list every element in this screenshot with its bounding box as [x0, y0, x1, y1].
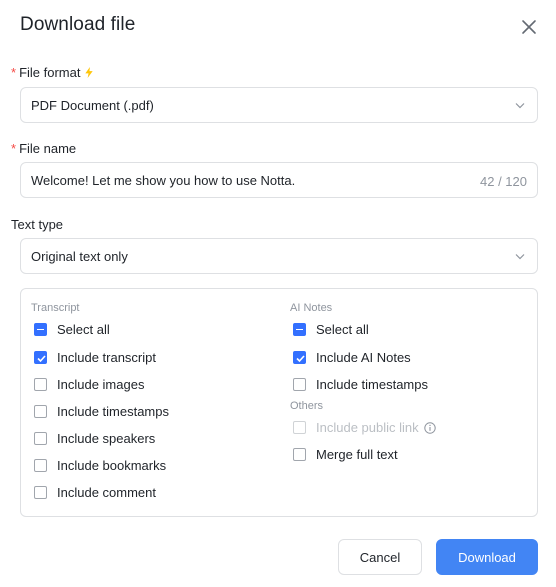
file-format-label: * File format	[11, 65, 94, 80]
checkbox-label: Include AI Notes	[316, 349, 411, 365]
transcript-heading: Transcript	[31, 302, 80, 314]
checkbox-indeterminate[interactable]	[34, 322, 47, 336]
include-timestamps-checkbox[interactable]: Include timestamps	[34, 403, 169, 419]
checkbox-unchecked[interactable]	[34, 404, 47, 418]
cancel-button[interactable]: Cancel	[338, 539, 422, 575]
chevron-down-icon	[515, 103, 525, 109]
include-images-checkbox[interactable]: Include images	[34, 376, 144, 392]
checkbox-checked[interactable]	[293, 350, 306, 364]
file-format-label-text: File format	[19, 65, 81, 80]
ai-notes-heading: AI Notes	[290, 302, 333, 314]
text-type-select[interactable]: Original text only	[20, 238, 538, 274]
checkbox-label: Include speakers	[57, 430, 156, 446]
checkbox-label-text: Include public link	[316, 419, 419, 435]
char-counter: 42 / 120	[480, 174, 527, 189]
include-public-link-checkbox: Include public link	[293, 419, 436, 435]
checkbox-checked[interactable]	[34, 350, 47, 364]
file-format-value: PDF Document (.pdf)	[31, 98, 154, 113]
file-name-value: Welcome! Let me show you how to use Nott…	[31, 173, 296, 188]
info-icon[interactable]	[423, 421, 436, 434]
include-speakers-checkbox[interactable]: Include speakers	[34, 430, 155, 446]
required-mark: *	[11, 65, 17, 80]
checkbox-indeterminate[interactable]	[293, 322, 306, 336]
file-name-label-text: File name	[19, 141, 77, 156]
checkbox-label: Merge full text	[316, 446, 398, 462]
checkbox-disabled	[293, 420, 306, 434]
dialog-title: Download file	[20, 14, 136, 35]
checkbox-label: Select all	[316, 321, 369, 337]
merge-full-text-checkbox[interactable]: Merge full text	[293, 446, 398, 462]
checkbox-label: Include public link	[316, 420, 436, 435]
include-bookmarks-checkbox[interactable]: Include bookmarks	[34, 457, 166, 473]
checkbox-unchecked[interactable]	[293, 447, 306, 461]
ai-notes-include-timestamps-checkbox[interactable]: Include timestamps	[293, 376, 428, 392]
close-icon[interactable]	[519, 17, 539, 37]
required-mark: *	[11, 141, 17, 156]
ai-notes-select-all-checkbox[interactable]: Select all	[293, 321, 369, 337]
chevron-down-icon	[515, 254, 525, 260]
others-heading: Others	[290, 400, 324, 412]
checkbox-label: Include images	[57, 376, 145, 392]
check-icon	[37, 354, 46, 362]
checkbox-label: Include bookmarks	[57, 457, 167, 473]
text-type-value: Original text only	[31, 249, 128, 264]
checkbox-unchecked[interactable]	[34, 485, 47, 499]
download-file-dialog: Download file * File format PDF Document …	[0, 0, 556, 587]
checkbox-unchecked[interactable]	[34, 458, 47, 472]
include-comment-checkbox[interactable]: Include comment	[34, 484, 156, 500]
file-format-select[interactable]: PDF Document (.pdf)	[20, 87, 538, 123]
checkbox-unchecked[interactable]	[293, 377, 306, 391]
download-button[interactable]: Download	[436, 539, 538, 575]
checkbox-label: Include comment	[57, 484, 156, 500]
checkbox-label: Include timestamps	[316, 376, 428, 392]
include-transcript-checkbox[interactable]: Include transcript	[34, 349, 156, 365]
lightning-icon	[85, 67, 94, 78]
checkbox-unchecked[interactable]	[34, 377, 47, 391]
checkbox-label: Select all	[57, 321, 110, 337]
file-name-input[interactable]: Welcome! Let me show you how to use Nott…	[20, 162, 538, 198]
transcript-select-all-checkbox[interactable]: Select all	[34, 321, 110, 337]
checkbox-label: Include transcript	[57, 349, 156, 365]
file-name-label: * File name	[11, 141, 76, 156]
checkbox-label: Include timestamps	[57, 403, 169, 419]
check-icon	[296, 354, 305, 362]
text-type-label: Text type	[11, 217, 64, 232]
include-ai-notes-checkbox[interactable]: Include AI Notes	[293, 349, 411, 365]
checkbox-unchecked[interactable]	[34, 431, 47, 445]
